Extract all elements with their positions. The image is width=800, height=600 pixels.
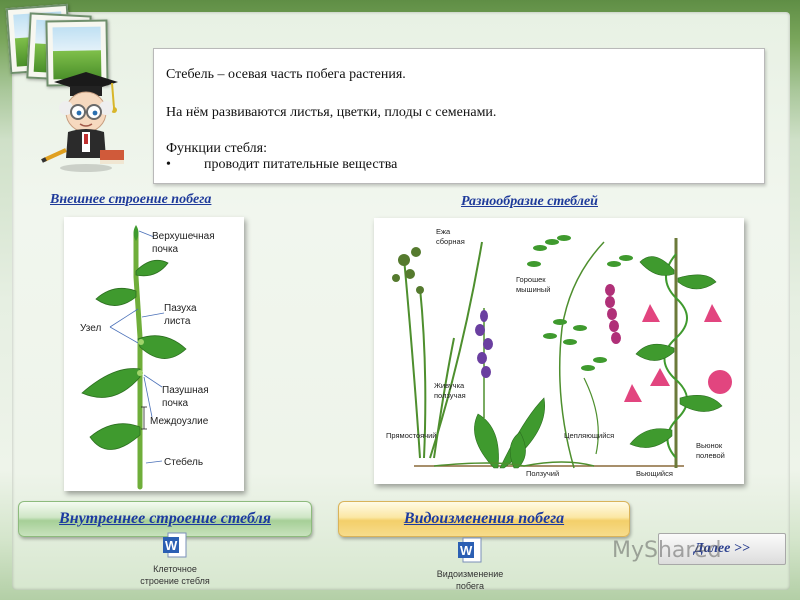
svg-text:W: W [165,538,178,553]
vyunok-label-line2: полевой [696,451,725,460]
stem-variety-link[interactable]: Разнообразие стеблей [461,194,598,210]
development-line: На нём развиваются листья, цветки, плоды… [166,105,497,120]
professor-mascot-icon [41,72,124,172]
stem-variety-diagram: Ежа сборная Горошек мышиный Живучка полз… [386,227,732,478]
stem-variety-image: Ежа сборная Горошек мышиный Живучка полз… [374,218,744,484]
shoot-diagram: Верхушечная почка Пазуха листа Узел Пазу… [80,225,215,490]
zhivuchka-label: Живучка [434,381,465,390]
document-caption: Клеточное [153,564,197,574]
apical-bud-label: Верхушечная [152,231,215,242]
shoot-structure-image: Верхушечная почка Пазуха листа Узел Пазу… [64,217,244,491]
stem-label: Стебель [164,456,203,468]
creeping-stem-label: Ползучий [526,469,559,478]
definition-line: Стебель – осевая часть побега растения. [166,67,406,82]
goroshek-label-line2: мышиный [516,285,550,294]
document-caption-line2: строение стебля [140,576,210,586]
word-document-icon: W [458,537,482,563]
internode-label: Междоузлие [150,416,209,427]
word-document-icon: W [163,532,187,558]
document-caption: Видоизменение [436,569,504,579]
axillary-bud-label-line2: почка [162,398,189,409]
functions-heading: Функции стебля: [166,141,267,156]
function-item: проводит питательные вещества [204,157,398,172]
climbing-stem-label: Цепляющийся [564,431,614,440]
watermark-text: MyShared [612,538,722,563]
eja-label-line2: сборная [436,237,465,246]
bullet-marker: • [166,157,171,172]
zhivuchka-label-line2: ползучая [434,391,466,400]
cell-structure-document-link[interactable]: W Клеточное строение стебля [120,532,230,587]
definition-text-box: Стебель – осевая часть побега растения. … [153,48,765,184]
leaf-axil-label-line2: листа [164,316,191,327]
node-label: Узел [80,323,101,334]
document-caption-line2: побега [455,581,485,591]
modification-document-link[interactable]: W Видоизменение побега [420,537,520,592]
leaf-axil-label: Пазуха [164,303,197,314]
apical-bud-label-line2: почка [152,244,179,255]
goroshek-label: Горошек [516,275,546,284]
eja-label: Ежа [436,227,451,236]
vyunok-label: Вьюнок [696,441,723,450]
erect-stem-label: Прямостоячий [386,431,437,440]
twining-stem-label: Вьющийся [636,469,673,478]
modifications-button[interactable]: Видоизменения побега [338,501,630,537]
external-structure-link[interactable]: Внешнее строение побега [50,192,211,208]
svg-text:W: W [460,543,473,558]
axillary-bud-label: Пазушная [162,385,209,396]
